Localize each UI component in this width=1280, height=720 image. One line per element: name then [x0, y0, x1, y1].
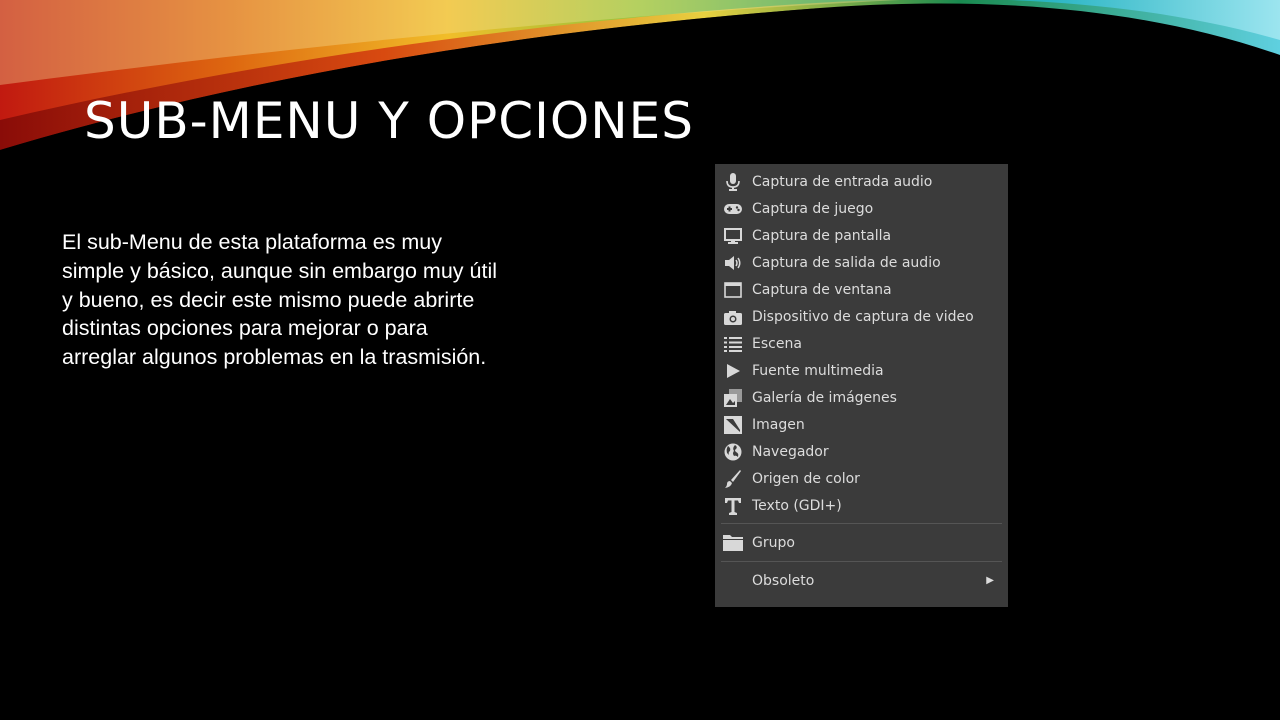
menu-item-color-source[interactable]: Origen de color [715, 465, 1008, 492]
list-icon [723, 334, 743, 354]
monitor-icon [723, 226, 743, 246]
menu-item-label: Origen de color [752, 470, 860, 487]
menu-item-image-slideshow[interactable]: Galería de imágenes [715, 384, 1008, 411]
menu-item-window-capture[interactable]: Captura de ventana [715, 276, 1008, 303]
menu-item-video-capture-device[interactable]: Dispositivo de captura de video [715, 303, 1008, 330]
microphone-icon [723, 172, 743, 192]
menu-separator [721, 523, 1002, 524]
menu-item-label: Dispositivo de captura de video [752, 308, 974, 325]
menu-item-scene[interactable]: Escena [715, 330, 1008, 357]
menu-item-game-capture[interactable]: Captura de juego [715, 195, 1008, 222]
gallery-icon [723, 388, 743, 408]
image-icon [723, 415, 743, 435]
menu-item-audio-input-capture[interactable]: Captura de entrada audio [715, 168, 1008, 195]
window-icon [723, 280, 743, 300]
menu-item-label: Escena [752, 335, 802, 352]
menu-item-label: Imagen [752, 416, 805, 433]
slide-body-text: El sub-Menu de esta plataforma es muy si… [62, 230, 497, 370]
menu-item-browser[interactable]: Navegador [715, 438, 1008, 465]
menu-item-media-source[interactable]: Fuente multimedia [715, 357, 1008, 384]
menu-item-label: Captura de entrada audio [752, 173, 933, 190]
folder-icon [723, 532, 743, 552]
menu-item-label: Galería de imágenes [752, 389, 897, 406]
menu-item-text-gdi[interactable]: Texto (GDI+) [715, 492, 1008, 519]
menu-item-display-capture[interactable]: Captura de pantalla [715, 222, 1008, 249]
menu-item-label: Captura de juego [752, 200, 874, 217]
menu-item-label: Fuente multimedia [752, 362, 884, 379]
menu-item-label: Captura de salida de audio [752, 254, 941, 271]
slide-title: SUB-MENU Y OPCIONES [84, 92, 694, 150]
globe-icon [723, 442, 743, 462]
camera-icon [723, 307, 743, 327]
menu-item-label: Navegador [752, 443, 829, 460]
menu-item-image[interactable]: Imagen [715, 411, 1008, 438]
chevron-right-icon: ▶ [986, 575, 994, 586]
menu-item-label: Captura de pantalla [752, 227, 892, 244]
text-icon [723, 496, 743, 516]
menu-item-group[interactable]: Grupo [715, 528, 1008, 557]
brush-icon [723, 469, 743, 489]
gamepad-icon [723, 199, 743, 219]
menu-item-label: Texto (GDI+) [752, 497, 842, 514]
menu-item-obsolete-submenu[interactable]: Obsoleto ▶ [715, 566, 1008, 595]
menu-item-label: Grupo [752, 534, 795, 551]
menu-item-audio-output-capture[interactable]: Captura de salida de audio [715, 249, 1008, 276]
play-icon [723, 361, 743, 381]
menu-item-label: Obsoleto [752, 572, 815, 589]
add-source-context-menu: Captura de entrada audio Captura de jueg… [715, 164, 1008, 607]
speaker-icon [723, 253, 743, 273]
menu-separator [721, 561, 1002, 562]
menu-item-label: Captura de ventana [752, 281, 892, 298]
